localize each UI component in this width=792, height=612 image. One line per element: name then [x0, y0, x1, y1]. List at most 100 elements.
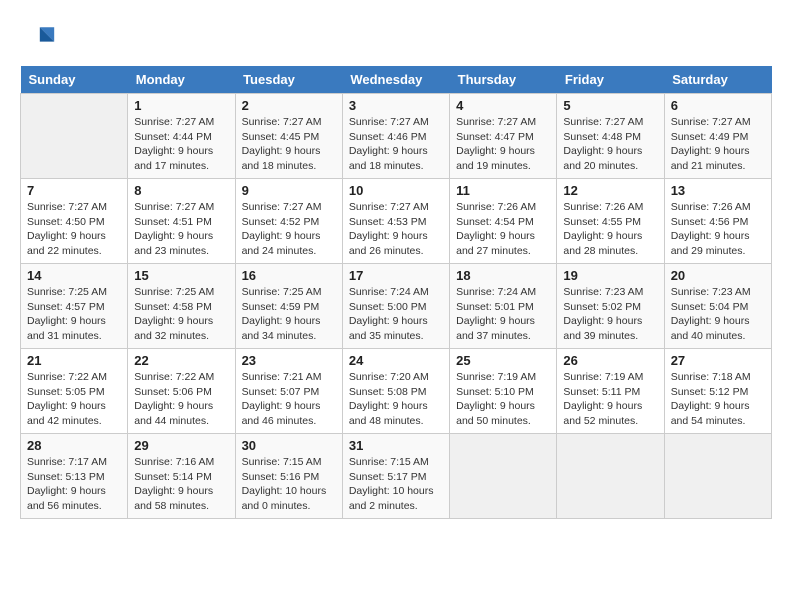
day-info: Sunrise: 7:25 AMSunset: 4:57 PMDaylight:…	[27, 285, 121, 344]
calendar-cell: 6 Sunrise: 7:27 AMSunset: 4:49 PMDaylight…	[664, 94, 771, 179]
day-number: 25	[456, 353, 550, 368]
calendar-cell: 7 Sunrise: 7:27 AMSunset: 4:50 PMDaylight…	[21, 179, 128, 264]
day-info: Sunrise: 7:27 AMSunset: 4:52 PMDaylight:…	[242, 200, 336, 259]
calendar-cell: 19 Sunrise: 7:23 AMSunset: 5:02 PMDayligh…	[557, 264, 664, 349]
day-number: 12	[563, 183, 657, 198]
calendar-cell: 21 Sunrise: 7:22 AMSunset: 5:05 PMDayligh…	[21, 349, 128, 434]
day-number: 28	[27, 438, 121, 453]
calendar-cell: 12 Sunrise: 7:26 AMSunset: 4:55 PMDayligh…	[557, 179, 664, 264]
calendar-cell: 20Sunrise: 7:23 AMSunset: 5:04 PMDayligh…	[664, 264, 771, 349]
day-number: 21	[27, 353, 121, 368]
day-info: Sunrise: 7:22 AMSunset: 5:06 PMDaylight:…	[134, 370, 228, 429]
logo	[20, 20, 60, 56]
calendar-cell: 1 Sunrise: 7:27 AMSunset: 4:44 PMDaylight…	[128, 94, 235, 179]
day-number: 27	[671, 353, 765, 368]
day-info: Sunrise: 7:19 AMSunset: 5:11 PMDaylight:…	[563, 370, 657, 429]
calendar-cell	[664, 434, 771, 519]
day-number: 30	[242, 438, 336, 453]
calendar-cell: 30 Sunrise: 7:15 AMSunset: 5:16 PMDayligh…	[235, 434, 342, 519]
day-number: 23	[242, 353, 336, 368]
day-info: Sunrise: 7:19 AMSunset: 5:10 PMDaylight:…	[456, 370, 550, 429]
day-info: Sunrise: 7:22 AMSunset: 5:05 PMDaylight:…	[27, 370, 121, 429]
calendar-cell: 13 Sunrise: 7:26 AMSunset: 4:56 PMDayligh…	[664, 179, 771, 264]
calendar-cell: 28Sunrise: 7:17 AMSunset: 5:13 PMDayligh…	[21, 434, 128, 519]
calendar-cell: 9 Sunrise: 7:27 AMSunset: 4:52 PMDaylight…	[235, 179, 342, 264]
calendar-week-row: 1 Sunrise: 7:27 AMSunset: 4:44 PMDaylight…	[21, 94, 772, 179]
calendar-cell: 11 Sunrise: 7:26 AMSunset: 4:54 PMDayligh…	[450, 179, 557, 264]
day-info: Sunrise: 7:27 AMSunset: 4:44 PMDaylight:…	[134, 115, 228, 174]
day-info: Sunrise: 7:15 AMSunset: 5:17 PMDaylight:…	[349, 455, 443, 514]
day-number: 10	[349, 183, 443, 198]
page-header	[20, 20, 772, 56]
day-number: 2	[242, 98, 336, 113]
calendar-cell: 31 Sunrise: 7:15 AMSunset: 5:17 PMDayligh…	[342, 434, 449, 519]
day-number: 6	[671, 98, 765, 113]
day-info: Sunrise: 7:27 AMSunset: 4:53 PMDaylight:…	[349, 200, 443, 259]
day-number: 31	[349, 438, 443, 453]
calendar-week-row: 21 Sunrise: 7:22 AMSunset: 5:05 PMDayligh…	[21, 349, 772, 434]
day-info: Sunrise: 7:23 AMSunset: 5:04 PMDaylight:…	[671, 285, 765, 344]
day-number: 7	[27, 183, 121, 198]
calendar-cell	[450, 434, 557, 519]
day-header-thursday: Thursday	[450, 66, 557, 94]
day-number: 14	[27, 268, 121, 283]
day-info: Sunrise: 7:26 AMSunset: 4:55 PMDaylight:…	[563, 200, 657, 259]
day-info: Sunrise: 7:27 AMSunset: 4:45 PMDaylight:…	[242, 115, 336, 174]
day-number: 18	[456, 268, 550, 283]
calendar-cell: 27 Sunrise: 7:18 AMSunset: 5:12 PMDayligh…	[664, 349, 771, 434]
calendar-header-row: SundayMondayTuesdayWednesdayThursdayFrid…	[21, 66, 772, 94]
calendar-week-row: 28Sunrise: 7:17 AMSunset: 5:13 PMDayligh…	[21, 434, 772, 519]
day-header-wednesday: Wednesday	[342, 66, 449, 94]
day-number: 29	[134, 438, 228, 453]
calendar-cell: 4Sunrise: 7:27 AMSunset: 4:47 PMDaylight…	[450, 94, 557, 179]
day-info: Sunrise: 7:26 AMSunset: 4:56 PMDaylight:…	[671, 200, 765, 259]
calendar-cell: 14 Sunrise: 7:25 AMSunset: 4:57 PMDayligh…	[21, 264, 128, 349]
day-number: 8	[134, 183, 228, 198]
day-number: 5	[563, 98, 657, 113]
logo-icon	[20, 20, 56, 56]
day-header-tuesday: Tuesday	[235, 66, 342, 94]
calendar-cell: 25 Sunrise: 7:19 AMSunset: 5:10 PMDayligh…	[450, 349, 557, 434]
day-info: Sunrise: 7:27 AMSunset: 4:49 PMDaylight:…	[671, 115, 765, 174]
day-header-saturday: Saturday	[664, 66, 771, 94]
day-info: Sunrise: 7:23 AMSunset: 5:02 PMDaylight:…	[563, 285, 657, 344]
calendar-table: SundayMondayTuesdayWednesdayThursdayFrid…	[20, 66, 772, 519]
day-header-sunday: Sunday	[21, 66, 128, 94]
calendar-cell: 23 Sunrise: 7:21 AMSunset: 5:07 PMDayligh…	[235, 349, 342, 434]
calendar-cell: 16 Sunrise: 7:25 AMSunset: 4:59 PMDayligh…	[235, 264, 342, 349]
calendar-cell	[21, 94, 128, 179]
day-number: 17	[349, 268, 443, 283]
day-info: Sunrise: 7:27 AMSunset: 4:50 PMDaylight:…	[27, 200, 121, 259]
day-number: 1	[134, 98, 228, 113]
calendar-cell: 15 Sunrise: 7:25 AMSunset: 4:58 PMDayligh…	[128, 264, 235, 349]
calendar-cell: 5 Sunrise: 7:27 AMSunset: 4:48 PMDaylight…	[557, 94, 664, 179]
day-info: Sunrise: 7:18 AMSunset: 5:12 PMDaylight:…	[671, 370, 765, 429]
day-info: Sunrise: 7:16 AMSunset: 5:14 PMDaylight:…	[134, 455, 228, 514]
day-info: Sunrise: 7:25 AMSunset: 4:58 PMDaylight:…	[134, 285, 228, 344]
calendar-cell: 18 Sunrise: 7:24 AMSunset: 5:01 PMDayligh…	[450, 264, 557, 349]
calendar-cell: 22 Sunrise: 7:22 AMSunset: 5:06 PMDayligh…	[128, 349, 235, 434]
day-number: 3	[349, 98, 443, 113]
calendar-cell: 10 Sunrise: 7:27 AMSunset: 4:53 PMDayligh…	[342, 179, 449, 264]
day-info: Sunrise: 7:21 AMSunset: 5:07 PMDaylight:…	[242, 370, 336, 429]
calendar-cell: 17 Sunrise: 7:24 AMSunset: 5:00 PMDayligh…	[342, 264, 449, 349]
day-number: 16	[242, 268, 336, 283]
day-number: 11	[456, 183, 550, 198]
day-info: Sunrise: 7:24 AMSunset: 5:00 PMDaylight:…	[349, 285, 443, 344]
day-info: Sunrise: 7:27 AMSunset: 4:48 PMDaylight:…	[563, 115, 657, 174]
day-number: 9	[242, 183, 336, 198]
calendar-cell: 2 Sunrise: 7:27 AMSunset: 4:45 PMDaylight…	[235, 94, 342, 179]
day-number: 15	[134, 268, 228, 283]
day-number: 24	[349, 353, 443, 368]
day-info: Sunrise: 7:15 AMSunset: 5:16 PMDaylight:…	[242, 455, 336, 514]
day-number: 19	[563, 268, 657, 283]
day-number: 22	[134, 353, 228, 368]
day-header-monday: Monday	[128, 66, 235, 94]
day-info: Sunrise: 7:25 AMSunset: 4:59 PMDaylight:…	[242, 285, 336, 344]
day-info: Sunrise: 7:24 AMSunset: 5:01 PMDaylight:…	[456, 285, 550, 344]
calendar-cell: 26Sunrise: 7:19 AMSunset: 5:11 PMDayligh…	[557, 349, 664, 434]
day-info: Sunrise: 7:26 AMSunset: 4:54 PMDaylight:…	[456, 200, 550, 259]
day-number: 13	[671, 183, 765, 198]
day-info: Sunrise: 7:27 AMSunset: 4:46 PMDaylight:…	[349, 115, 443, 174]
calendar-week-row: 14 Sunrise: 7:25 AMSunset: 4:57 PMDayligh…	[21, 264, 772, 349]
